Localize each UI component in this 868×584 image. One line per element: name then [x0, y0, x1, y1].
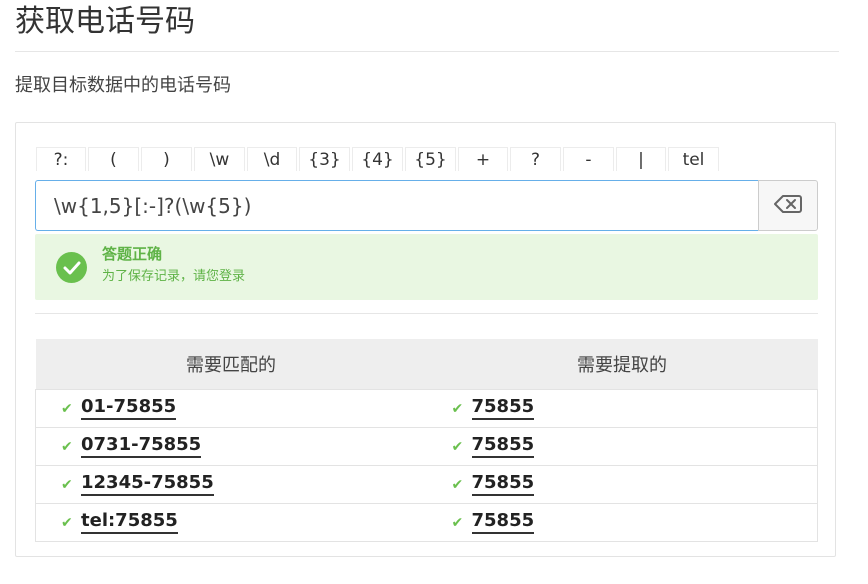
title-divider [15, 51, 839, 52]
column-header-extract: 需要提取的 [426, 339, 818, 390]
extract-cell: ✔ 75855 [426, 465, 818, 504]
match-value: tel:75855 [81, 511, 178, 534]
match-table: 需要匹配的 需要提取的 ✔ 01-75855 ✔ 75855 ✔ 0731-75855… [35, 339, 818, 542]
check-icon: ✔ [451, 400, 464, 417]
extract-value: 75855 [471, 511, 535, 534]
token-button[interactable]: - [563, 147, 614, 171]
table-row: ✔ tel:75855 ✔ 75855 [35, 503, 818, 542]
match-value: 12345-75855 [81, 473, 214, 496]
match-cell: ✔ 01-75855 [35, 389, 427, 428]
token-button[interactable]: ( [88, 147, 139, 171]
token-button[interactable]: | [616, 147, 666, 171]
clear-button[interactable] [758, 180, 818, 231]
check-icon: ✔ [451, 476, 464, 493]
token-button[interactable]: {4} [352, 147, 403, 171]
table-header-row: 需要匹配的 需要提取的 [35, 339, 818, 390]
section-divider [35, 313, 818, 314]
check-icon: ✔ [61, 514, 73, 531]
check-icon: ✔ [61, 400, 73, 417]
match-cell: ✔ 12345-75855 [35, 465, 427, 504]
extract-value: 75855 [471, 397, 535, 420]
token-button[interactable]: ) [141, 147, 192, 171]
exercise-panel: ?: ( ) \w \d {3} {4} {5} + ? - | tel \w{… [15, 122, 836, 557]
result-title: 答题正确 [102, 245, 163, 263]
token-bar: ?: ( ) \w \d {3} {4} {5} + ? - | tel [36, 147, 719, 171]
match-cell: ✔ 0731-75855 [35, 427, 427, 466]
regex-input[interactable] [35, 180, 758, 231]
extract-cell: ✔ 75855 [426, 503, 818, 542]
token-button[interactable]: tel [668, 147, 719, 171]
extract-value: 75855 [471, 435, 535, 458]
extract-value: 75855 [471, 473, 535, 496]
token-button[interactable]: \w [194, 147, 245, 171]
page: 获取电话号码 提取目标数据中的电话号码 ?: ( ) \w \d {3} {4}… [0, 0, 868, 584]
check-icon: ✔ [451, 514, 464, 531]
page-title: 获取电话号码 [15, 4, 195, 39]
table-row: ✔ 01-75855 ✔ 75855 [35, 389, 818, 428]
token-button[interactable]: {3} [299, 147, 350, 171]
extract-cell: ✔ 75855 [426, 389, 818, 428]
check-circle-icon [56, 252, 87, 283]
match-cell: ✔ tel:75855 [35, 503, 427, 542]
token-button[interactable]: ?: [36, 147, 86, 171]
result-subtitle: 为了保存记录，请您登录 [102, 269, 246, 284]
token-button[interactable]: ? [510, 147, 561, 171]
match-value: 01-75855 [81, 397, 177, 420]
result-banner: 答题正确 为了保存记录，请您登录 [35, 234, 818, 300]
match-value: 0731-75855 [81, 435, 202, 458]
token-button[interactable]: {5} [405, 147, 456, 171]
table-row: ✔ 12345-75855 ✔ 75855 [35, 465, 818, 504]
check-icon: ✔ [61, 438, 73, 455]
column-header-match: 需要匹配的 [35, 339, 427, 390]
check-icon: ✔ [451, 438, 464, 455]
backspace-icon [774, 194, 802, 218]
token-button[interactable]: + [458, 147, 508, 171]
check-icon: ✔ [61, 476, 73, 493]
table-row: ✔ 0731-75855 ✔ 75855 [35, 427, 818, 466]
token-button[interactable]: \d [247, 147, 297, 171]
regex-input-group [35, 180, 818, 231]
page-subtitle: 提取目标数据中的电话号码 [15, 75, 231, 96]
extract-cell: ✔ 75855 [426, 427, 818, 466]
